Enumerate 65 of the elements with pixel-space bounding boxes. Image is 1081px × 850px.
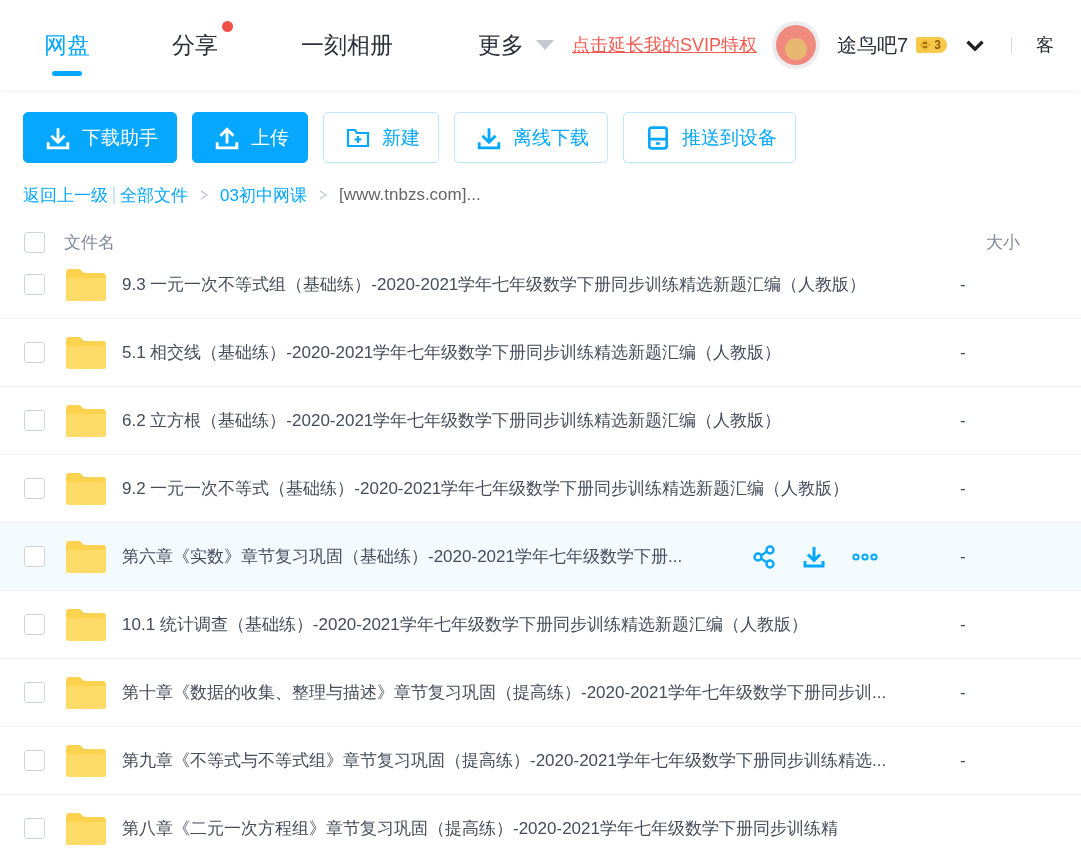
file-name[interactable]: 第八章《二元一次方程组》章节复习巩固（提高练）-2020-2021学年七年级数学下册同步训练精 bbox=[122, 817, 922, 840]
folder-icon bbox=[66, 404, 106, 437]
folder-icon bbox=[66, 472, 106, 505]
file-name[interactable]: 9.2 一元一次不等式（基础练）-2020-2021学年七年级数学下册同步训练精选新题汇编（人教版） bbox=[122, 477, 922, 500]
file-row[interactable]: 第八章《二元一次方程组》章节复习巩固（提高练）-2020-2021学年七年级数学下册同步训练精 bbox=[0, 795, 1081, 850]
file-name[interactable]: 6.2 立方根（基础练）-2020-2021学年七年级数学下册同步训练精选新题汇编（人教版） bbox=[122, 409, 922, 432]
folder-icon bbox=[66, 540, 106, 573]
download-icon bbox=[46, 125, 70, 150]
file-name[interactable]: 5.1 相交线（基础练）-2020-2021学年七年级数学下册同步训练精选新题汇编（人教版） bbox=[122, 341, 922, 364]
vip-level-badge: 3 bbox=[916, 37, 947, 53]
nav-tab[interactable]: 一刻相册 bbox=[301, 0, 478, 90]
current-folder: [www.tnbzs.com]... bbox=[338, 185, 481, 205]
column-header[interactable]: 大小 bbox=[986, 230, 1020, 254]
device-icon bbox=[646, 125, 670, 150]
file-name[interactable]: 第六章《实数》章节复习巩固（基础练）-2020-2021学年七年级数学下册... bbox=[122, 545, 922, 568]
file-row[interactable]: 9.3 一元一次不等式组（基础练）-2020-2021学年七年级数学下册同步训练精选新题汇编（人教版） - bbox=[0, 267, 1081, 319]
share-icon[interactable] bbox=[752, 544, 776, 569]
row-checkbox[interactable] bbox=[24, 342, 45, 363]
file-row[interactable]: 第十章《数据的收集、整理与描述》章节复习巩固（提高练）-2020-2021学年七年级数学下册同步训... - bbox=[0, 659, 1081, 727]
folder-icon bbox=[66, 608, 106, 641]
more-icon[interactable] bbox=[852, 552, 878, 561]
avatar[interactable] bbox=[771, 20, 822, 70]
folder-icon bbox=[66, 336, 106, 369]
row-checkbox[interactable] bbox=[24, 410, 45, 431]
nav-tab[interactable]: 更多 bbox=[478, 0, 554, 90]
file-name[interactable]: 第九章《不等式与不等式组》章节复习巩固（提高练）-2020-2021学年七年级数学下册同步训练精选... bbox=[122, 749, 922, 772]
chevron-down-icon[interactable] bbox=[964, 38, 985, 52]
row-checkbox[interactable] bbox=[24, 682, 45, 703]
file-size: - bbox=[960, 750, 966, 771]
file-name[interactable]: 9.3 一元一次不等式组（基础练）-2020-2021学年七年级数学下册同步训练精选新题汇编（人教版） bbox=[122, 273, 922, 296]
file-size: - bbox=[960, 410, 966, 431]
row-checkbox[interactable] bbox=[24, 750, 45, 771]
folder-icon bbox=[66, 676, 106, 709]
nav-tab[interactable]: 分享 bbox=[172, 0, 301, 90]
select-all-checkbox[interactable] bbox=[24, 231, 45, 253]
breadcrumb-separator-icon bbox=[318, 190, 327, 200]
folder-icon bbox=[66, 744, 106, 777]
breadcrumb-separator-icon bbox=[200, 190, 208, 200]
folder-icon bbox=[66, 268, 106, 301]
download-icon[interactable] bbox=[802, 544, 826, 569]
row-checkbox[interactable] bbox=[24, 478, 45, 499]
row-checkbox[interactable] bbox=[24, 614, 45, 635]
file-size: - bbox=[960, 614, 966, 635]
file-size: - bbox=[960, 478, 966, 499]
file-row[interactable]: 10.1 统计调查（基础练）-2020-2021学年七年级数学下册同步训练精选新题汇编（人教版） - bbox=[0, 591, 1081, 659]
upload-icon bbox=[215, 125, 239, 150]
file-size: - bbox=[960, 274, 966, 295]
file-row[interactable]: 第六章《实数》章节复习巩固（基础练）-2020-2021学年七年级数学下册... - bbox=[0, 523, 1081, 591]
nav-link[interactable]: 客 bbox=[1035, 33, 1054, 57]
row-checkbox[interactable] bbox=[24, 546, 45, 567]
file-name[interactable]: 10.1 统计调查（基础练）-2020-2021学年七年级数学下册同步训练精选新题汇编（人教版） bbox=[122, 613, 922, 636]
download-icon bbox=[477, 125, 501, 150]
active-tab-indicator bbox=[52, 71, 82, 76]
column-header[interactable]: 文件名 bbox=[64, 230, 115, 254]
file-size: - bbox=[960, 546, 966, 567]
file-row[interactable]: 6.2 立方根（基础练）-2020-2021学年七年级数学下册同步训练精选新题汇编（人教版） - bbox=[0, 387, 1081, 455]
row-checkbox[interactable] bbox=[24, 274, 45, 295]
file-row[interactable]: 第九章《不等式与不等式组》章节复习巩固（提高练）-2020-2021学年七年级数学下册同步训练精选... - bbox=[0, 727, 1081, 795]
file-size: - bbox=[960, 682, 966, 703]
username[interactable]: 途鸟吧7 bbox=[837, 31, 909, 59]
folder-icon bbox=[66, 812, 106, 845]
file-size: - bbox=[960, 342, 966, 363]
row-checkbox[interactable] bbox=[24, 818, 45, 839]
file-row[interactable]: 5.1 相交线（基础练）-2020-2021学年七年级数学下册同步训练精选新题汇编（人教版） - bbox=[0, 319, 1081, 387]
file-name[interactable]: 第十章《数据的收集、整理与描述》章节复习巩固（提高练）-2020-2021学年七年级数学下册同步训... bbox=[122, 681, 922, 704]
